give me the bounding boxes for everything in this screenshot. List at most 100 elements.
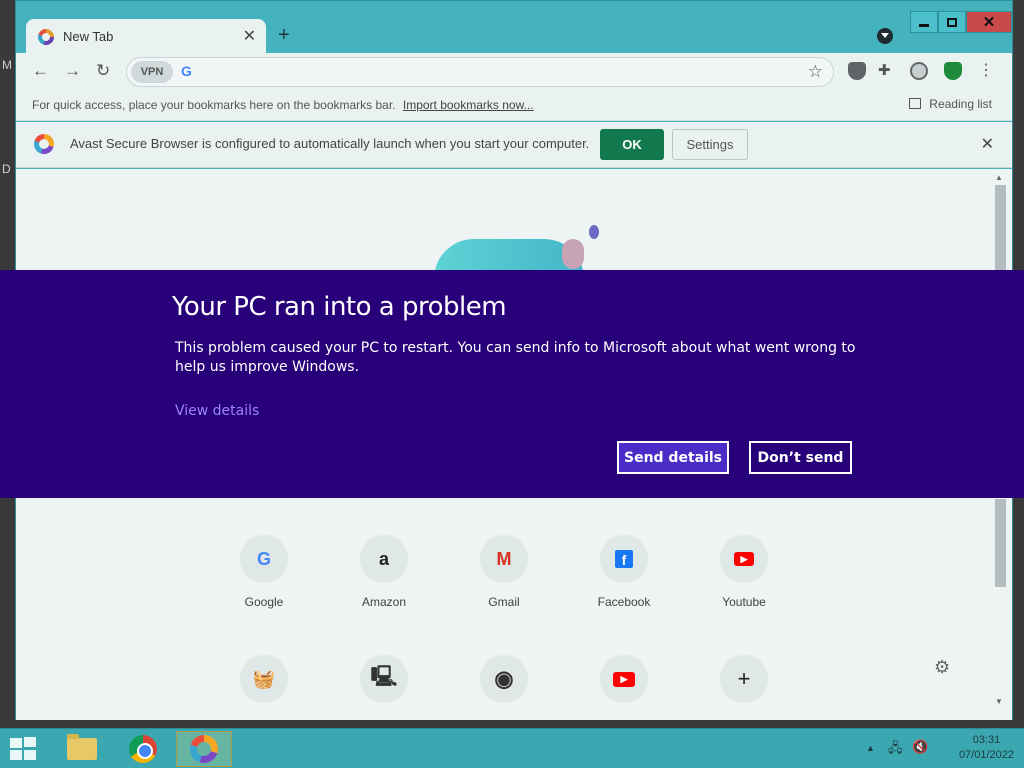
shortcut-label: Gmail <box>488 595 520 609</box>
shortcut-label: Youtube <box>722 595 766 609</box>
shortcut-youtube[interactable]: ▶ Youtube <box>699 535 789 609</box>
tab-strip: New Tab ✕ + ✕ <box>16 1 1012 53</box>
view-details-link[interactable]: View details <box>175 403 259 419</box>
shortcut-label: Amazon <box>361 595 407 609</box>
bookmark-star-icon[interactable]: ☆ <box>808 62 823 82</box>
network-icon[interactable]: 🖧 <box>888 739 903 761</box>
browser-toolbar: ← → ↻ VPN G ☆ ✚ ⋮ <box>16 53 1012 91</box>
scrollbar-thumb[interactable] <box>995 185 1006 275</box>
avast-favicon-icon <box>38 29 54 45</box>
illustration-leaf <box>589 225 599 239</box>
shortcut-basket[interactable]: 🧺 <box>219 655 309 703</box>
send-details-button[interactable]: Send details <box>617 441 729 474</box>
error-message: This problem caused your PC to restart. … <box>175 340 856 375</box>
import-bookmarks-link[interactable]: Import bookmarks now... <box>403 98 534 112</box>
globe-icon: ◉ <box>480 655 528 703</box>
vpn-button[interactable]: VPN <box>131 61 173 83</box>
gmail-icon: M <box>480 535 528 583</box>
taskbar-chrome[interactable] <box>115 731 171 767</box>
scrollbar-thumb[interactable] <box>995 499 1006 587</box>
shortcut-facebook[interactable]: f Facebook <box>579 535 669 609</box>
windows-logo-pane <box>24 737 36 747</box>
security-shield-icon[interactable] <box>944 62 962 80</box>
reading-list-button[interactable]: Reading list <box>909 97 992 111</box>
amazon-glyph: a <box>378 548 389 569</box>
autolaunch-infobar: Avast Secure Browser is configured to au… <box>16 122 1012 168</box>
search-engine-icon: G <box>181 63 192 79</box>
error-dialog: Your PC ran into a problem This problem … <box>0 270 1024 498</box>
taskbar-file-explorer[interactable] <box>54 731 110 767</box>
settings-button[interactable]: Settings <box>672 129 748 160</box>
reading-list-icon <box>909 98 922 109</box>
tab-new-tab[interactable]: New Tab ✕ <box>26 19 266 53</box>
desktop-icon-label[interactable]: M <box>2 58 12 72</box>
windows-logo-pane <box>10 750 22 760</box>
reading-list-label: Reading list <box>929 97 992 111</box>
shortcut-youtube-2[interactable]: ▶ <box>579 655 669 703</box>
add-shortcut-button[interactable]: + <box>699 655 789 703</box>
computer-glyph: 🖳 <box>370 666 398 688</box>
scroll-down-icon[interactable]: ▼ <box>995 697 1003 706</box>
globe-glyph: ◉ <box>494 666 514 691</box>
minimize-icon <box>919 23 929 27</box>
address-bar[interactable]: VPN G ☆ <box>126 57 834 87</box>
shortcut-globe[interactable]: ◉ <box>459 655 549 703</box>
gmail-glyph: M <box>496 548 512 569</box>
background-illustration <box>434 225 624 279</box>
desktop-icon-label[interactable]: D <box>2 162 11 176</box>
maximize-icon <box>947 17 957 27</box>
tab-search-icon[interactable] <box>877 28 893 44</box>
customize-sliders-icon[interactable]: ⚙ <box>934 657 950 678</box>
bookmarks-hint: For quick access, place your bookmarks h… <box>32 98 534 112</box>
google-icon: G <box>240 535 288 583</box>
window-controls: ✕ <box>910 11 1012 33</box>
avast-logo-icon <box>34 134 54 154</box>
volume-muted-icon[interactable]: 🔇 <box>912 739 928 755</box>
shortcut-label: Facebook <box>597 595 651 609</box>
facebook-icon: f <box>600 535 648 583</box>
dont-send-button[interactable]: Don’t send <box>749 441 852 474</box>
add-glyph: + <box>737 666 751 691</box>
close-window-button[interactable]: ✕ <box>966 11 1012 33</box>
error-title: Your PC ran into a problem <box>172 292 507 322</box>
ok-button[interactable]: OK <box>600 129 664 160</box>
youtube-glyph: ▶ <box>613 671 635 687</box>
avast-browser-icon <box>190 735 218 763</box>
folder-icon <box>67 734 97 760</box>
youtube-icon: ▶ <box>600 655 648 703</box>
shortcut-gmail[interactable]: M Gmail <box>459 535 549 609</box>
youtube-glyph: ▶ <box>734 552 754 566</box>
illustration-figure <box>562 239 584 269</box>
new-tab-button[interactable]: + <box>278 25 290 45</box>
menu-kebab-icon[interactable]: ⋮ <box>978 62 994 80</box>
extensions-puzzle-icon[interactable]: ✚ <box>878 62 891 80</box>
scroll-up-icon[interactable]: ▲ <box>995 173 1003 182</box>
clock[interactable]: 03:31 07/01/2022 <box>959 733 1014 763</box>
amazon-icon: a <box>360 535 408 583</box>
profile-avatar-icon[interactable] <box>910 62 928 80</box>
shortcut-label: Google <box>244 595 284 609</box>
maximize-button[interactable] <box>938 11 966 33</box>
shortcut-google[interactable]: G Google <box>219 535 309 609</box>
clock-date: 07/01/2022 <box>958 749 1014 761</box>
back-arrow-icon[interactable]: ← <box>32 62 49 80</box>
minimize-button[interactable] <box>910 11 938 33</box>
shortcut-computer[interactable]: 🖳 <box>339 655 429 703</box>
forward-arrow-icon[interactable]: → <box>64 62 81 80</box>
close-icon: ✕ <box>982 14 996 31</box>
facebook-glyph: f <box>615 550 633 568</box>
tab-title: New Tab <box>63 29 114 44</box>
shortcut-amazon[interactable]: a Amazon <box>339 535 429 609</box>
tab-close-icon[interactable]: ✕ <box>243 26 256 46</box>
windows-logo-pane <box>24 750 36 760</box>
adblock-shield-icon[interactable] <box>848 62 866 80</box>
windows-logo-icon <box>10 738 22 748</box>
computer-icon: 🖳 <box>360 655 408 703</box>
clock-time: 03:31 <box>972 734 1001 746</box>
start-button[interactable] <box>10 737 38 761</box>
taskbar-avast-browser[interactable] <box>176 731 232 767</box>
close-infobar-icon[interactable]: ✕ <box>981 134 994 154</box>
reload-icon[interactable]: ↻ <box>96 62 110 80</box>
taskbar: ▲ 🖧 🔇 03:31 07/01/2022 <box>0 728 1024 768</box>
show-hidden-icons-icon[interactable]: ▲ <box>866 743 875 753</box>
